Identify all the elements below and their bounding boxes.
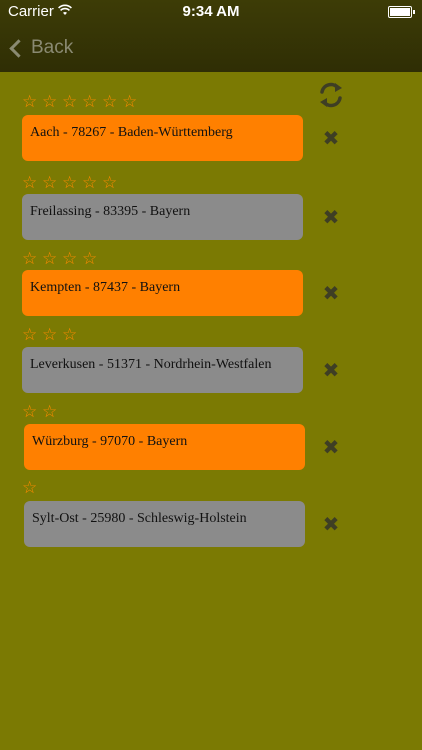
delete-icon[interactable]: ✖ (322, 515, 340, 535)
star-icon: ☆ (102, 173, 118, 192)
star-icon: ☆ (82, 249, 98, 268)
navigation-bar: Carrier 9:34 AM Back (0, 0, 422, 72)
star-icon: ☆ (42, 325, 58, 344)
list-item-label: Würzburg - 97070 - Bayern (32, 434, 188, 449)
star-icon: ☆ (42, 249, 58, 268)
battery-icon (388, 6, 415, 18)
star-rating: ☆ ☆ ☆ (22, 325, 82, 345)
list-item[interactable]: Freilassing - 83395 - Bayern (22, 194, 303, 240)
status-bar: Carrier 9:34 AM (0, 0, 422, 22)
star-icon: ☆ (62, 92, 78, 111)
star-rating: ☆ ☆ ☆ ☆ (22, 249, 102, 269)
star-icon: ☆ (22, 325, 38, 344)
back-button-label: Back (31, 37, 74, 58)
star-icon: ☆ (62, 173, 78, 192)
star-icon: ☆ (22, 92, 38, 111)
star-icon: ☆ (22, 249, 38, 268)
star-icon: ☆ (62, 249, 78, 268)
list-item-label: Aach - 78267 - Baden-Württemberg (30, 125, 233, 140)
chevron-left-icon (9, 38, 28, 58)
star-icon: ☆ (62, 325, 78, 344)
star-icon: ☆ (22, 173, 38, 192)
delete-icon[interactable]: ✖ (322, 284, 340, 304)
clock: 9:34 AM (182, 3, 240, 20)
list-item[interactable]: Aach - 78267 - Baden-Württemberg (22, 115, 303, 161)
star-rating: ☆ ☆ ☆ ☆ ☆ ☆ (22, 92, 142, 112)
list-item-label: Sylt-Ost - 25980 - Schleswig-Holstein (32, 511, 247, 526)
list-item-label: Leverkusen - 51371 - Nordrhein-Westfalen (30, 357, 272, 372)
delete-icon[interactable]: ✖ (322, 129, 340, 149)
delete-icon[interactable]: ✖ (322, 208, 340, 228)
star-icon: ☆ (22, 478, 38, 497)
star-icon: ☆ (42, 173, 58, 192)
star-icon: ☆ (22, 402, 38, 421)
star-icon: ☆ (102, 92, 118, 111)
star-icon: ☆ (42, 92, 58, 111)
list-item[interactable]: Würzburg - 97070 - Bayern (24, 424, 305, 470)
star-icon: ☆ (42, 402, 58, 421)
list-item-label: Kempten - 87437 - Bayern (30, 280, 181, 295)
list-item[interactable]: Leverkusen - 51371 - Nordrhein-Westfalen (22, 347, 303, 393)
star-rating: ☆ ☆ (22, 402, 62, 422)
delete-icon[interactable]: ✖ (322, 438, 340, 458)
star-rating: ☆ (22, 478, 42, 498)
back-button[interactable]: Back (8, 34, 73, 62)
list-item[interactable]: Kempten - 87437 - Bayern (22, 270, 303, 316)
refresh-icon[interactable] (316, 80, 346, 110)
star-icon: ☆ (82, 92, 98, 111)
star-icon: ☆ (82, 173, 98, 192)
list-item[interactable]: Sylt-Ost - 25980 - Schleswig-Holstein (24, 501, 305, 547)
list-item-label: Freilassing - 83395 - Bayern (30, 204, 191, 219)
star-rating: ☆ ☆ ☆ ☆ ☆ (22, 173, 122, 193)
star-icon: ☆ (122, 92, 138, 111)
delete-icon[interactable]: ✖ (322, 361, 340, 381)
